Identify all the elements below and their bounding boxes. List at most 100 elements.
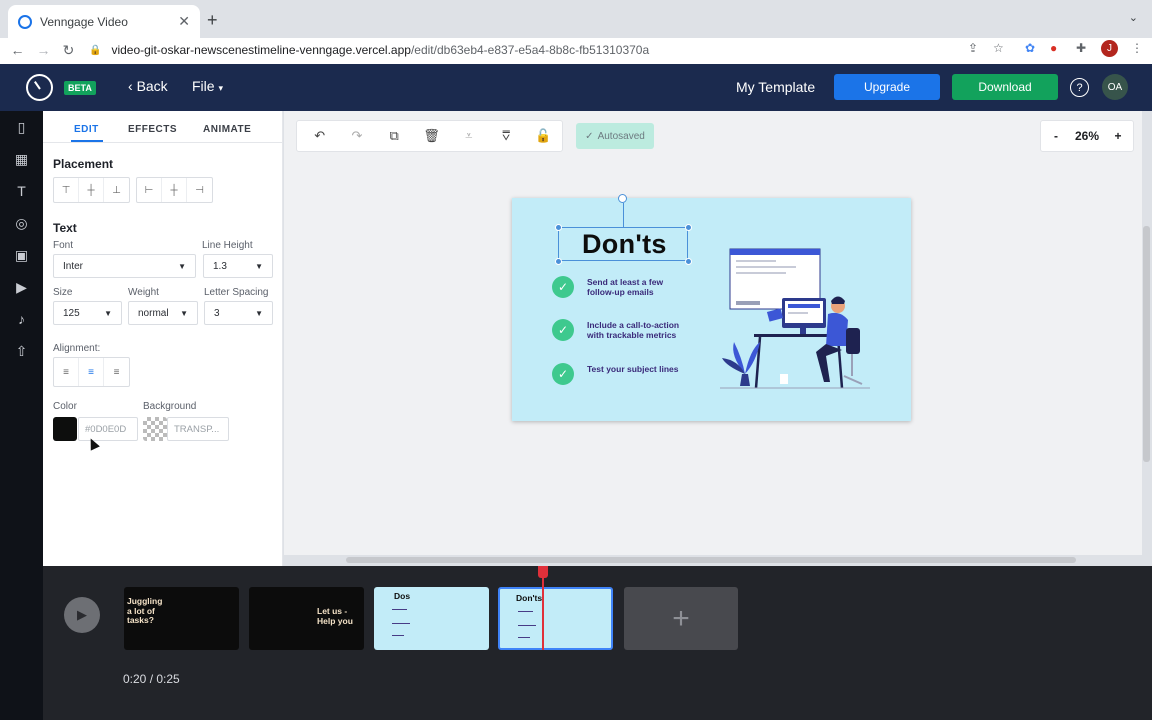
- scene-thumbnail[interactable]: Juggling a lot of tasks?: [124, 587, 239, 650]
- shapes-icon[interactable]: ◎: [12, 215, 31, 234]
- music-icon[interactable]: ♪: [12, 311, 31, 330]
- vertical-scrollbar[interactable]: [1143, 226, 1150, 462]
- scene-thumbnail[interactable]: Dos ▬▬▬▬▬ ▬▬▬▬▬▬ ▬▬▬▬: [374, 587, 489, 650]
- help-icon[interactable]: ?: [1070, 78, 1089, 97]
- weight-value: normal: [138, 307, 169, 319]
- duplicate-icon[interactable]: ⧉: [376, 120, 413, 152]
- color-label: Color: [53, 401, 77, 412]
- scene-thumbnail-selected[interactable]: Don'ts ▬▬▬▬▬ ▬▬▬▬▬▬ ▬▬▬▬: [498, 587, 613, 650]
- resize-handle-se[interactable]: [685, 258, 692, 265]
- align-right-icon[interactable]: ⊣: [187, 178, 212, 202]
- chevron-left-icon: ‹: [128, 78, 133, 94]
- redo-icon[interactable]: ↷: [338, 120, 375, 152]
- rotate-handle[interactable]: [618, 194, 627, 203]
- play-button[interactable]: ▶: [64, 597, 100, 633]
- browser-menu-icon[interactable]: ⋮: [1131, 41, 1143, 55]
- text-align-center-icon[interactable]: ≡: [79, 358, 104, 386]
- template-name[interactable]: My Template: [736, 79, 815, 95]
- vertical-align-group: ⊤ ┼ ⊥: [53, 177, 130, 203]
- bullet-text[interactable]: Include a call-to-action with trackable …: [587, 320, 679, 340]
- tab-effects[interactable]: EFFECTS: [128, 124, 177, 135]
- font-label: Font: [53, 240, 74, 251]
- line-height-value: 1.3: [213, 260, 227, 272]
- resize-handle-ne[interactable]: [685, 224, 692, 231]
- resize-handle-nw[interactable]: [555, 224, 562, 231]
- tool-rail: ▯ ▦ T ◎ ▣ ▶ ♪ ⇧: [0, 111, 43, 720]
- scene-thumbnail[interactable]: Let us - Help you: [249, 587, 364, 650]
- line-height-select[interactable]: 1.3 ▼: [203, 254, 273, 278]
- browser-tab[interactable]: Venngage Video ✕: [8, 5, 200, 38]
- background-value-input[interactable]: TRANSP...: [167, 417, 229, 441]
- chevron-down-icon: ▼: [180, 308, 188, 318]
- chevron-down-icon: ▼: [178, 261, 186, 271]
- font-select[interactable]: Inter ▼: [53, 254, 196, 278]
- back-arrow-icon[interactable]: ←: [5, 42, 30, 58]
- color-hex-input[interactable]: #0D0E0D: [78, 417, 138, 441]
- canvas-toolbar: ↶ ↷ ⧉ 🗑 ⩡ ⩢ 🔓: [296, 120, 563, 152]
- align-middle-icon[interactable]: ┼: [79, 178, 104, 202]
- video-icon[interactable]: ▶: [12, 279, 31, 298]
- zoom-in-button[interactable]: +: [1109, 129, 1127, 143]
- text-align-left-icon[interactable]: ≡: [54, 358, 79, 386]
- resize-handle-sw[interactable]: [555, 258, 562, 265]
- checkmark-icon: ✓: [552, 319, 574, 341]
- lock-icon[interactable]: 🔓: [525, 120, 562, 152]
- extension-icon[interactable]: ✿: [1025, 41, 1035, 55]
- tab-animate[interactable]: ANIMATE: [203, 124, 251, 135]
- tab-edit[interactable]: EDIT: [74, 124, 99, 135]
- background-transparent-swatch[interactable]: [143, 417, 167, 441]
- bring-forward-icon[interactable]: ⩢: [487, 120, 524, 152]
- share-icon[interactable]: ⇪: [968, 41, 978, 55]
- user-avatar[interactable]: OA: [1102, 74, 1128, 100]
- size-select[interactable]: 125 ▼: [53, 301, 122, 325]
- bullet-text[interactable]: Test your subject lines: [587, 364, 678, 374]
- playhead-handle[interactable]: [538, 566, 548, 578]
- file-menu[interactable]: File ▾: [192, 78, 223, 94]
- upgrade-button[interactable]: Upgrade: [834, 74, 940, 100]
- align-center-icon[interactable]: ┼: [162, 178, 187, 202]
- add-scene-button[interactable]: +: [624, 587, 738, 650]
- text-color-swatch[interactable]: [53, 417, 77, 441]
- slide-title[interactable]: Don'ts: [582, 229, 667, 260]
- reload-icon[interactable]: ↻: [56, 42, 81, 59]
- extensions-puzzle-icon[interactable]: ✚: [1076, 41, 1086, 55]
- send-backward-icon[interactable]: ⩡: [450, 120, 487, 152]
- browser-profile-avatar[interactable]: J: [1101, 40, 1118, 57]
- templates-book-icon[interactable]: ▯: [12, 119, 31, 138]
- url-bar[interactable]: 🔒 video-git-oskar-newscenestimeline-venn…: [89, 38, 959, 62]
- weight-select[interactable]: normal ▼: [128, 301, 198, 325]
- undo-icon[interactable]: ↶: [301, 120, 338, 152]
- check-circle-icon: ✓: [585, 130, 594, 142]
- delete-icon[interactable]: 🗑: [413, 120, 450, 152]
- lock-icon: 🔒: [89, 44, 102, 56]
- back-button[interactable]: ‹ Back: [128, 78, 168, 94]
- close-tab-icon[interactable]: ✕: [178, 13, 190, 30]
- text-tool-icon[interactable]: T: [12, 183, 31, 202]
- horizontal-scrollbar[interactable]: [346, 557, 1076, 563]
- text-align-right-icon[interactable]: ≡: [104, 358, 129, 386]
- slide[interactable]: Don'ts ✓ Send at least a few follow-up e…: [512, 194, 911, 421]
- upload-icon[interactable]: ⇧: [12, 343, 31, 362]
- letter-spacing-select[interactable]: 3 ▼: [204, 301, 273, 325]
- align-left-icon[interactable]: ⊢: [137, 178, 162, 202]
- align-top-icon[interactable]: ⊤: [54, 178, 79, 202]
- forward-arrow-icon[interactable]: →: [31, 42, 56, 58]
- image-icon[interactable]: ▣: [12, 247, 31, 266]
- bookmark-star-icon[interactable]: ☆: [993, 41, 1004, 55]
- playhead[interactable]: [542, 566, 544, 650]
- app-header: BETA ‹ Back File ▾ My Template Upgrade D…: [0, 64, 1152, 111]
- scene-bullet-preview: ▬▬▬▬▬▬: [518, 623, 536, 627]
- bullet-text[interactable]: Send at least a few follow-up emails: [587, 277, 663, 297]
- new-tab-icon[interactable]: +: [207, 10, 218, 31]
- font-value: Inter: [63, 260, 84, 272]
- tab-search-icon[interactable]: ⌄: [1129, 11, 1138, 24]
- background-pattern-icon[interactable]: ▦: [12, 151, 31, 170]
- venngage-logo-icon[interactable]: [26, 74, 53, 101]
- browser-toolbar: ← → ↻ 🔒 video-git-oskar-newscenestimelin…: [0, 38, 1152, 64]
- venngage-favicon-icon: [18, 14, 32, 29]
- download-button[interactable]: Download: [952, 74, 1058, 100]
- person-at-desk-illustration[interactable]: [720, 246, 880, 392]
- zoom-out-button[interactable]: -: [1047, 129, 1065, 143]
- record-extension-icon[interactable]: ●: [1050, 41, 1057, 55]
- align-bottom-icon[interactable]: ⊥: [104, 178, 129, 202]
